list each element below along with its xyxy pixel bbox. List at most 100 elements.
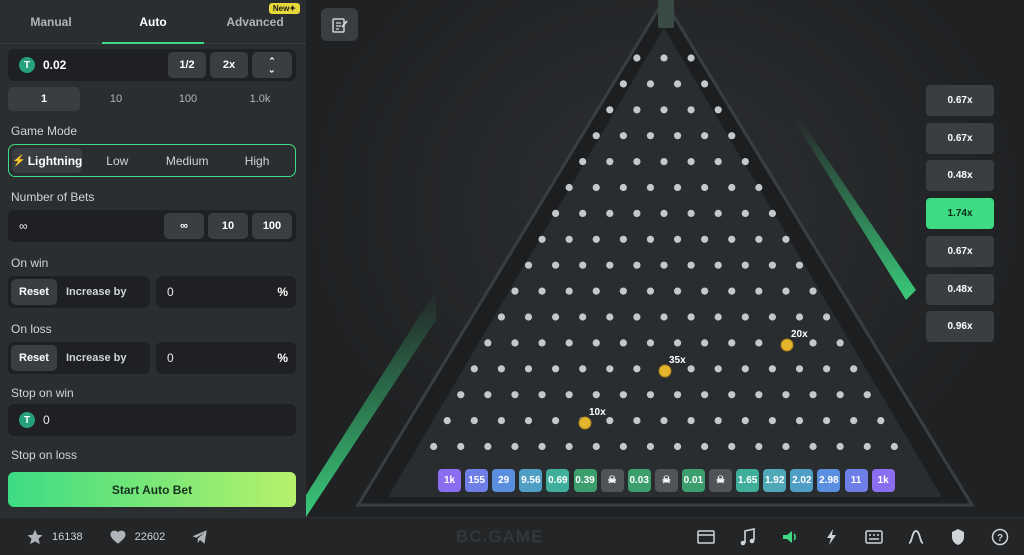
peg <box>565 235 573 243</box>
help-icon[interactable]: ? <box>990 527 1010 547</box>
peg <box>809 442 817 451</box>
on-loss-reset-button[interactable]: Reset <box>11 345 57 371</box>
peg <box>741 158 749 166</box>
tab-manual[interactable]: Manual <box>0 0 102 43</box>
mode-medium[interactable]: Medium <box>152 148 222 173</box>
bet-amount-field[interactable]: T 0.02 1/2 2x ⌃ ⌃ <box>8 49 296 81</box>
keyboard-icon[interactable] <box>864 527 884 547</box>
preset-1[interactable]: 1 <box>8 87 80 111</box>
ball-multiplier-label: 20x <box>791 329 808 340</box>
tab-advanced[interactable]: Advanced New✦ <box>204 0 306 43</box>
game-mode-label: Game Mode <box>11 124 78 138</box>
favorites-stat[interactable]: 16138 <box>26 528 83 546</box>
peg <box>755 442 763 451</box>
multiplier-bucket: 0.01 <box>681 469 705 492</box>
history-item[interactable]: 0.67x <box>926 85 994 116</box>
stop-on-win-value[interactable]: 0 <box>43 413 296 427</box>
multiplier-bucket: 155 <box>465 469 489 492</box>
preset-10[interactable]: 10 <box>80 87 152 111</box>
bets-infinite-button[interactable]: ∞ <box>164 213 204 239</box>
lightning-icon[interactable] <box>822 527 842 547</box>
bet-amount-value[interactable]: 0.02 <box>43 58 168 72</box>
peg <box>633 417 641 425</box>
peg <box>714 365 722 373</box>
stop-on-win-label: Stop on win <box>11 386 74 400</box>
telegram-share[interactable] <box>191 528 217 546</box>
amount-stepper[interactable]: ⌃ ⌃ <box>252 52 292 78</box>
peg <box>538 287 546 295</box>
peg <box>701 132 709 140</box>
mode-low[interactable]: Low <box>82 148 152 173</box>
on-loss-input[interactable]: 0 % <box>156 342 296 374</box>
multiplier-bucket: 29 <box>492 469 516 492</box>
peg <box>646 391 655 399</box>
fairness-icon[interactable] <box>948 527 968 547</box>
peg <box>497 365 505 373</box>
number-of-bets-value[interactable]: ∞ <box>19 219 164 233</box>
peg <box>741 313 749 321</box>
peg <box>728 235 736 243</box>
mode-high[interactable]: High <box>222 148 292 173</box>
peg <box>863 442 871 451</box>
peg <box>633 313 641 321</box>
peg <box>565 391 573 399</box>
tab-auto[interactable]: Auto <box>102 0 204 44</box>
peg <box>592 442 600 451</box>
preset-100[interactable]: 100 <box>152 87 224 111</box>
peg <box>660 417 668 425</box>
history-item[interactable]: 1.74x <box>926 198 994 230</box>
history-item[interactable]: 0.48x <box>926 273 994 305</box>
brand-watermark: BC.GAME <box>456 527 544 546</box>
stats-curve-icon[interactable] <box>906 527 926 547</box>
peg <box>755 339 763 347</box>
number-of-bets-field[interactable]: ∞ ∞ 10 100 <box>8 210 296 242</box>
bets-100-button[interactable]: 100 <box>252 213 292 239</box>
peg <box>660 106 668 114</box>
on-win-reset-button[interactable]: Reset <box>11 279 57 305</box>
peg <box>687 54 695 62</box>
peg <box>741 417 749 425</box>
on-loss-increase-label[interactable]: Increase by <box>66 352 127 364</box>
plinko-board: 0.67x 0.67x 0.48x 1.74x 0.67x 0.48x 0.96x 1k 15… <box>306 0 1024 517</box>
preset-row: 1 10 100 1.0k <box>8 87 296 111</box>
peg <box>673 132 682 140</box>
bets-10-button[interactable]: 10 <box>208 213 248 239</box>
peg <box>795 365 804 373</box>
peg <box>633 209 641 217</box>
peg <box>606 261 614 269</box>
notes-icon[interactable] <box>321 8 358 41</box>
double-button[interactable]: 2x <box>210 52 248 78</box>
history-item[interactable]: 0.96x <box>926 311 994 343</box>
chevron-down-icon[interactable]: ⌃ <box>268 64 276 74</box>
peg <box>701 287 709 295</box>
likes-stat[interactable]: 22602 <box>109 528 165 546</box>
stop-on-win-field[interactable]: T 0 <box>8 404 296 436</box>
on-win-value[interactable]: 0 <box>167 285 277 299</box>
preset-1k[interactable]: 1.0k <box>224 87 296 111</box>
half-button[interactable]: 1/2 <box>168 52 206 78</box>
mode-lightning[interactable]: ⚡ Lightning <box>12 148 83 173</box>
skull-bucket: ☠ <box>654 469 678 492</box>
on-win-increase-label[interactable]: Increase by <box>66 286 127 298</box>
on-win-input[interactable]: 0 % <box>156 276 296 308</box>
peg <box>768 261 776 269</box>
history-item[interactable]: 0.67x <box>926 235 994 267</box>
peg <box>755 391 763 399</box>
peg <box>755 183 763 192</box>
peg <box>728 339 736 347</box>
peg <box>592 287 600 295</box>
music-icon[interactable] <box>738 527 758 547</box>
peg <box>592 132 600 140</box>
history-item[interactable]: 0.48x <box>926 160 994 192</box>
start-auto-bet-button[interactable]: Start Auto Bet <box>8 472 296 507</box>
peg <box>836 391 844 399</box>
sound-icon[interactable] <box>780 527 800 547</box>
history-item[interactable]: 0.67x <box>926 122 994 154</box>
peg <box>646 132 655 140</box>
peg <box>606 365 614 373</box>
peg <box>443 417 451 425</box>
on-loss-label: On loss <box>11 322 52 336</box>
window-icon[interactable] <box>696 527 716 547</box>
on-loss-value[interactable]: 0 <box>167 351 277 365</box>
peg <box>606 313 614 321</box>
